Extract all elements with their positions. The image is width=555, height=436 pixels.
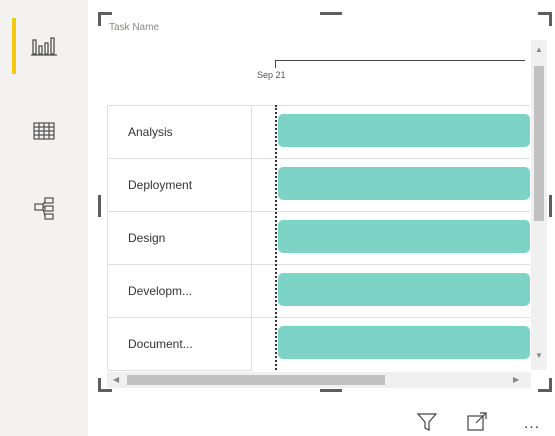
row-separator	[252, 105, 530, 106]
filter-button[interactable]	[415, 412, 439, 436]
vertical-scroll-thumb[interactable]	[534, 66, 544, 221]
view-rail	[0, 0, 88, 436]
today-marker-line	[275, 105, 277, 370]
horizontal-scrollbar[interactable]: ◀ ▶	[107, 372, 531, 388]
report-view-button[interactable]	[12, 18, 76, 74]
resize-handle-bottom-right-v[interactable]	[549, 378, 552, 392]
more-options-label: ...	[523, 415, 541, 432]
task-row[interactable]: Document...	[108, 318, 252, 371]
model-icon	[31, 195, 57, 221]
scroll-up-icon[interactable]: ▲	[535, 46, 543, 54]
gantt-bar[interactable]	[278, 273, 530, 306]
data-view-button[interactable]	[12, 103, 76, 159]
table-icon	[31, 120, 57, 142]
task-label: Developm...	[128, 284, 193, 298]
task-list: Analysis Deployment Design Developm... D…	[107, 105, 252, 371]
vertical-scrollbar[interactable]: ▲ ▼	[531, 40, 547, 370]
more-options-button[interactable]: ...	[515, 412, 549, 436]
timeline-axis	[275, 60, 525, 61]
resize-handle-bottom-left-v[interactable]	[98, 378, 101, 392]
resize-handle-top[interactable]	[320, 12, 342, 15]
visual-title: Task Name	[109, 22, 160, 33]
task-label: Design	[128, 231, 166, 245]
task-row[interactable]: Analysis	[108, 106, 252, 159]
row-separator	[252, 158, 530, 159]
resize-handle-top-left-v[interactable]	[98, 12, 101, 26]
timeline-tick	[275, 60, 276, 68]
focus-mode-icon	[466, 411, 488, 436]
row-separator	[252, 317, 530, 318]
scroll-down-icon[interactable]: ▼	[535, 352, 543, 360]
gantt-bar[interactable]	[278, 326, 530, 359]
resize-handle-left[interactable]	[98, 195, 101, 217]
task-row[interactable]: Design	[108, 212, 252, 265]
horizontal-scroll-thumb[interactable]	[127, 375, 385, 385]
resize-handle-right[interactable]	[549, 195, 552, 217]
model-view-button[interactable]	[12, 180, 76, 236]
filter-icon	[416, 411, 438, 436]
gantt-bar[interactable]	[278, 220, 530, 253]
row-separator	[252, 211, 530, 212]
task-label: Analysis	[128, 125, 173, 139]
bar-chart-icon	[30, 34, 58, 58]
gantt-bar[interactable]	[278, 167, 530, 200]
task-label: Deployment	[128, 178, 193, 192]
report-canvas: Task Name Sep 21 Analysis Deployment Des…	[0, 0, 555, 436]
task-row[interactable]: Deployment	[108, 159, 252, 212]
gantt-bar[interactable]	[278, 114, 530, 147]
task-label: Document...	[128, 337, 193, 351]
resize-handle-top-right-v[interactable]	[549, 12, 552, 26]
resize-handle-bottom[interactable]	[320, 389, 342, 392]
row-separator	[252, 264, 530, 265]
scroll-right-icon[interactable]: ▶	[513, 376, 519, 384]
timeline-date-label: Sep 21	[257, 70, 286, 80]
scroll-left-icon[interactable]: ◀	[113, 376, 119, 384]
task-row[interactable]: Developm...	[108, 265, 252, 318]
focus-mode-button[interactable]	[465, 411, 489, 436]
